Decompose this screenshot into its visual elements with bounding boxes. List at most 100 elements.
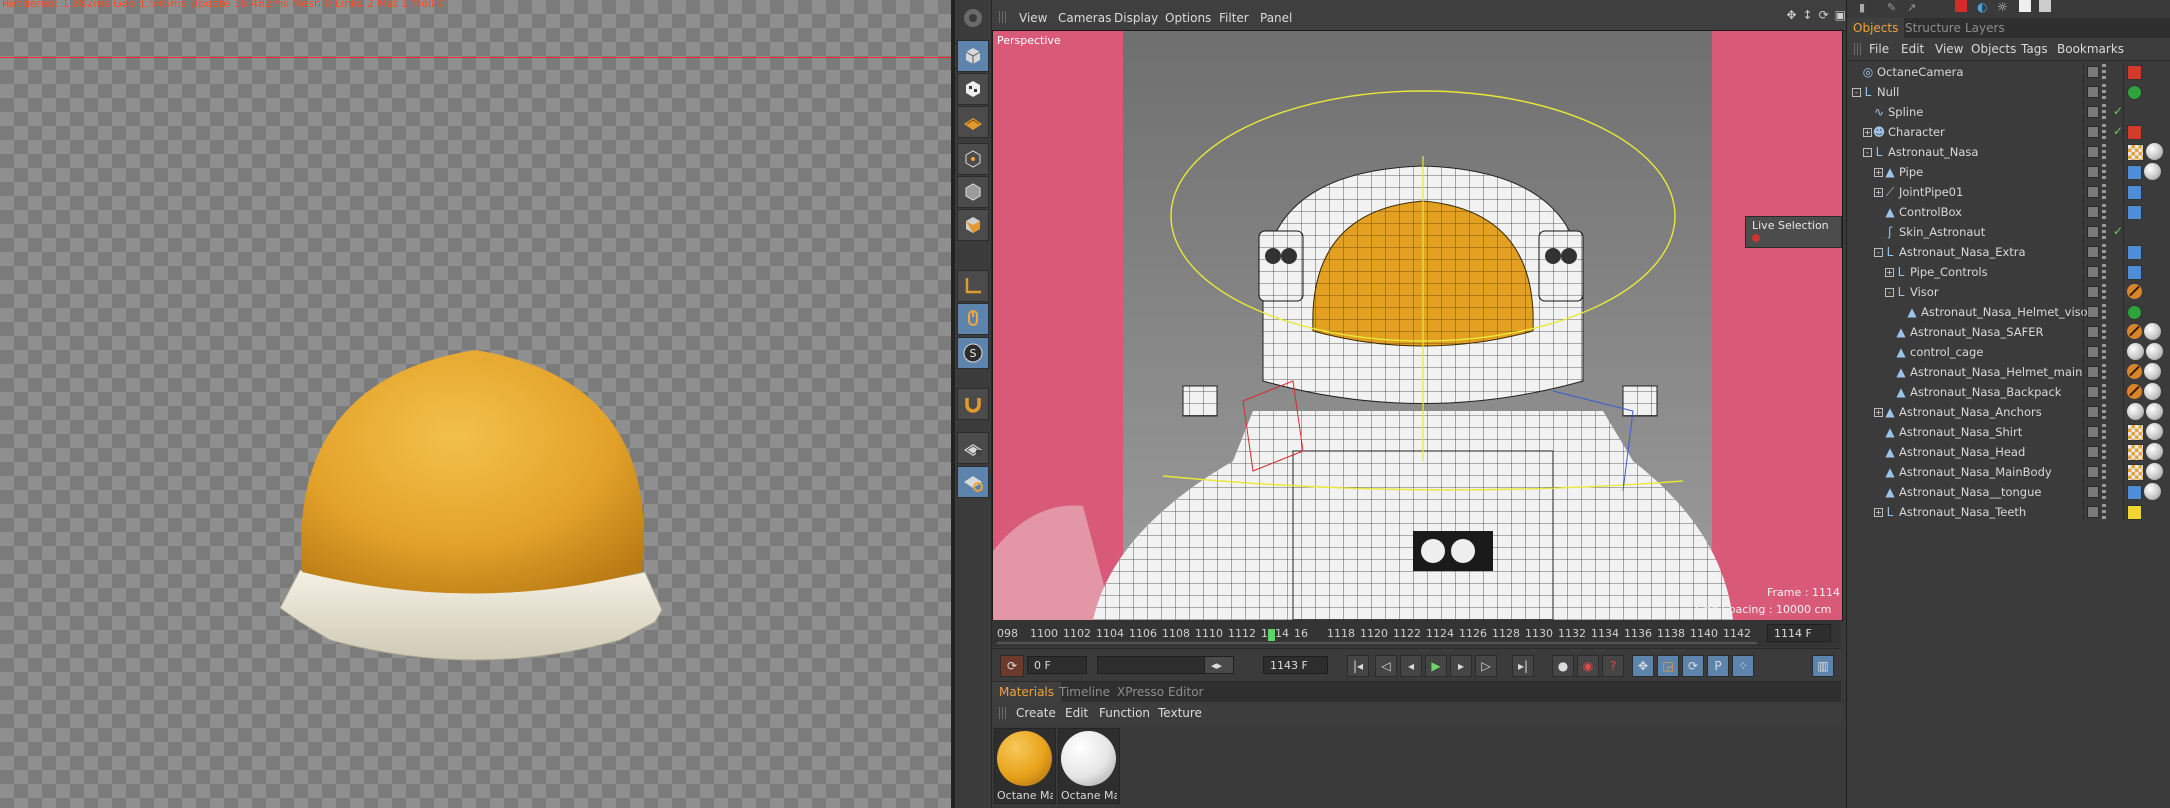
material-swatch[interactable]: Octane Ma bbox=[1058, 728, 1120, 804]
object-name[interactable]: Astronaut_Nasa_MainBody bbox=[1899, 465, 2052, 479]
editor-render-dots[interactable] bbox=[2102, 384, 2106, 399]
menu-bookmarks[interactable]: Bookmarks bbox=[2057, 42, 2124, 56]
edit-icon[interactable]: ✎ bbox=[1887, 1, 1896, 14]
key-parameter-icon[interactable]: P bbox=[1707, 655, 1729, 677]
white-square-icon[interactable] bbox=[2019, 0, 2031, 12]
object-name[interactable]: ControlBox bbox=[1899, 205, 1962, 219]
ball-tag-icon[interactable] bbox=[2146, 423, 2163, 440]
ball-tag-icon[interactable] bbox=[2144, 363, 2161, 380]
expand-toggle-icon[interactable]: - bbox=[1863, 148, 1872, 157]
model-mode-icon[interactable] bbox=[957, 40, 989, 72]
menu-panel[interactable]: Panel bbox=[1260, 11, 1292, 25]
ball-tag-icon[interactable] bbox=[2146, 403, 2163, 420]
no-tag-icon[interactable] bbox=[2127, 364, 2142, 379]
object-row[interactable]: - L Astronaut_Nasa_Extra bbox=[1847, 242, 2170, 262]
snap-icon[interactable]: S bbox=[957, 337, 989, 369]
octane-icon[interactable]: ◐ bbox=[1977, 0, 1987, 14]
object-name[interactable]: Astronaut_Nasa_Helmet_main bbox=[1910, 365, 2082, 379]
object-row[interactable]: ▲ Astronaut_Nasa_MainBody bbox=[1847, 462, 2170, 482]
menu-options[interactable]: Options bbox=[1165, 11, 1211, 25]
object-row[interactable]: ▲ Astronaut_Nasa_Backpack bbox=[1847, 382, 2170, 402]
check-tag-icon[interactable] bbox=[2127, 464, 2144, 481]
key-position-icon[interactable]: ✥ bbox=[1632, 655, 1654, 677]
prev-frame-icon[interactable]: ◂ bbox=[1400, 655, 1422, 677]
menu-edit[interactable]: Edit bbox=[1901, 42, 1924, 56]
goto-start-icon[interactable]: |◂ bbox=[1347, 655, 1369, 677]
visibility-toggle[interactable] bbox=[2087, 246, 2099, 258]
key-pla-icon[interactable]: ⁘ bbox=[1732, 655, 1754, 677]
visibility-toggle[interactable] bbox=[2087, 226, 2099, 238]
check-tag-icon[interactable] bbox=[2127, 144, 2144, 161]
visibility-toggle[interactable] bbox=[2087, 266, 2099, 278]
blue-tag-icon[interactable] bbox=[2127, 185, 2142, 200]
editor-render-dots[interactable] bbox=[2102, 204, 2106, 219]
tab-layers[interactable]: Layers bbox=[1959, 18, 2011, 38]
grip-handle[interactable] bbox=[999, 707, 1007, 719]
light-icon[interactable]: ☼ bbox=[1997, 0, 2008, 14]
visibility-toggle[interactable] bbox=[2087, 126, 2099, 138]
object-row[interactable]: - L Astronaut_Nasa bbox=[1847, 142, 2170, 162]
toggle-view-icon[interactable]: ▣ bbox=[1835, 8, 1846, 22]
grip-handle[interactable] bbox=[999, 11, 1007, 23]
object-name[interactable]: control_cage bbox=[1910, 345, 1983, 359]
autokey-icon[interactable]: ? bbox=[1602, 655, 1624, 677]
ball-tag-icon[interactable] bbox=[2146, 463, 2163, 480]
visibility-toggle[interactable] bbox=[2087, 206, 2099, 218]
visibility-toggle[interactable] bbox=[2087, 346, 2099, 358]
object-name[interactable]: Astronaut_Nasa_Backpack bbox=[1910, 385, 2061, 399]
object-row[interactable]: ▲ Astronaut_Nasa_Helmet_main bbox=[1847, 362, 2170, 382]
object-row[interactable]: ▲ Astronaut_Nasa__tongue bbox=[1847, 482, 2170, 502]
visibility-toggle[interactable] bbox=[2087, 306, 2099, 318]
prev-key-icon[interactable]: ◁ bbox=[1375, 655, 1397, 677]
key-scale-icon[interactable]: ◲ bbox=[1657, 655, 1679, 677]
object-row[interactable]: - L Null bbox=[1847, 82, 2170, 102]
menu-filter[interactable]: Filter bbox=[1219, 11, 1249, 25]
live-selection-badge[interactable]: Live Selection bbox=[1745, 216, 1842, 248]
object-row[interactable]: + ▲ Astronaut_Nasa_Anchors bbox=[1847, 402, 2170, 422]
viewport-perspective[interactable]: Perspective Live Selection Frame : 1114 … bbox=[992, 30, 1843, 621]
enabled-check-icon[interactable]: ✓ bbox=[2113, 224, 2123, 238]
object-name[interactable]: Astronaut_Nasa_Extra bbox=[1899, 245, 2026, 259]
editor-render-dots[interactable] bbox=[2102, 64, 2106, 79]
range-arrows-icon[interactable]: ◂▸ bbox=[1204, 656, 1234, 674]
object-row[interactable]: + L Astronaut_Nasa_Teeth bbox=[1847, 502, 2170, 522]
object-row[interactable]: ▲ ControlBox bbox=[1847, 202, 2170, 222]
object-row[interactable]: + L Pipe_Controls bbox=[1847, 262, 2170, 282]
menu-cameras[interactable]: Cameras bbox=[1058, 11, 1111, 25]
visibility-toggle[interactable] bbox=[2087, 406, 2099, 418]
ball-tag-icon[interactable] bbox=[2146, 443, 2163, 460]
ball-tag-icon[interactable] bbox=[2144, 323, 2161, 340]
red-tag-icon[interactable] bbox=[2127, 65, 2142, 80]
editor-render-dots[interactable] bbox=[2102, 244, 2106, 259]
visibility-toggle[interactable] bbox=[2087, 106, 2099, 118]
expand-toggle-icon[interactable]: + bbox=[1863, 128, 1872, 137]
object-row[interactable]: - L Visor bbox=[1847, 282, 2170, 302]
editor-render-dots[interactable] bbox=[2102, 144, 2106, 159]
tab-materials[interactable]: Materials bbox=[992, 682, 1062, 702]
menu-create[interactable]: Create bbox=[1016, 706, 1056, 720]
edges-mode-icon[interactable] bbox=[957, 176, 989, 208]
object-name[interactable]: Astronaut_Nasa_SAFER bbox=[1910, 325, 2043, 339]
grip-handle[interactable] bbox=[1854, 43, 1862, 55]
editor-render-dots[interactable] bbox=[2102, 424, 2106, 439]
editor-render-dots[interactable] bbox=[2102, 304, 2106, 319]
key-rotation-icon[interactable]: ⟳ bbox=[1682, 655, 1704, 677]
axis-icon[interactable] bbox=[957, 270, 989, 302]
editor-render-dots[interactable] bbox=[2102, 184, 2106, 199]
object-name[interactable]: Pipe_Controls bbox=[1910, 265, 1988, 279]
menu-display[interactable]: Display bbox=[1114, 11, 1158, 25]
expand-toggle-icon[interactable]: + bbox=[1885, 268, 1894, 277]
ball-tag-icon[interactable] bbox=[2144, 483, 2161, 500]
green-tag-icon[interactable] bbox=[2127, 305, 2142, 320]
ruler-ticks[interactable]: 098 1100 1102 1104 1106 1108 1110 1112 1114 16 111… bbox=[997, 623, 1757, 645]
grid-snap-icon[interactable] bbox=[957, 466, 989, 498]
ball-tag-icon[interactable] bbox=[2144, 383, 2161, 400]
visibility-toggle[interactable] bbox=[2087, 486, 2099, 498]
menu-view[interactable]: View bbox=[1935, 42, 1963, 56]
object-name[interactable]: Astronaut_Nasa_Anchors bbox=[1899, 405, 2042, 419]
editor-render-dots[interactable] bbox=[2102, 324, 2106, 339]
object-name[interactable]: Spline bbox=[1888, 105, 1923, 119]
tag-icon[interactable]: ↗ bbox=[1907, 1, 1916, 14]
editor-render-dots[interactable] bbox=[2102, 364, 2106, 379]
editor-render-dots[interactable] bbox=[2102, 484, 2106, 499]
